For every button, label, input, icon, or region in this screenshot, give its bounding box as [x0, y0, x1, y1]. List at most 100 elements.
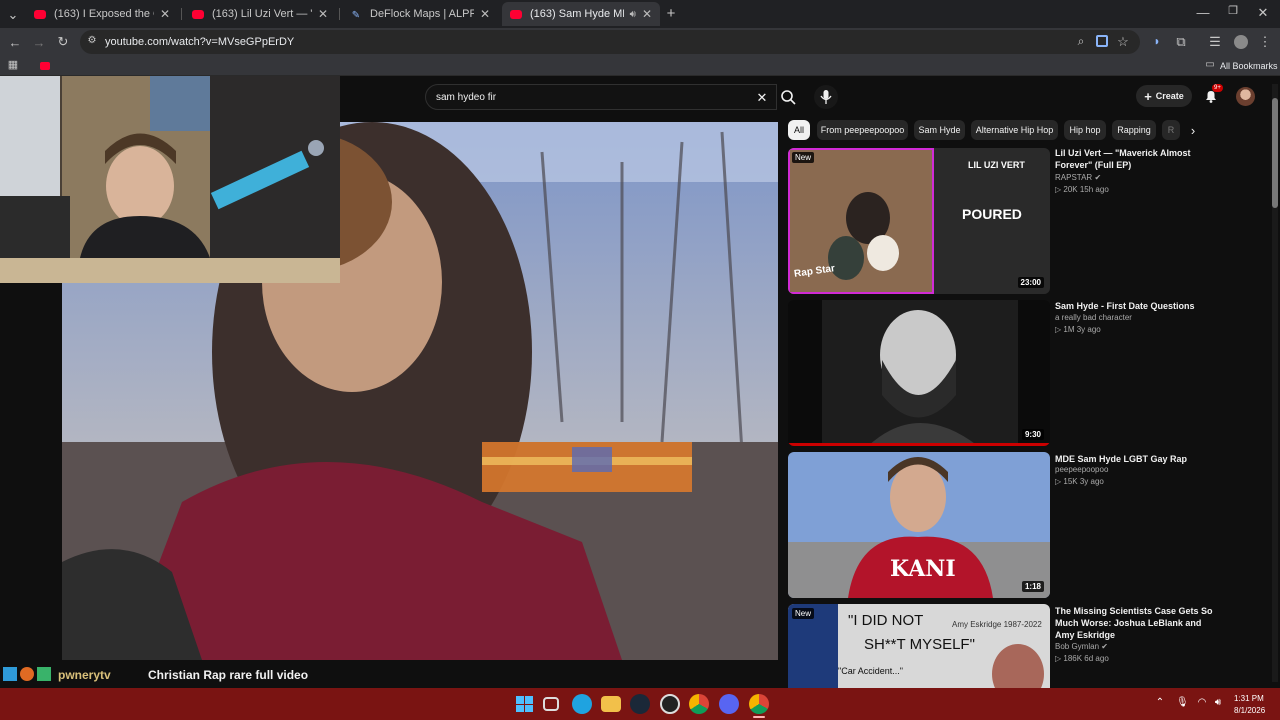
rec-meta-3: ▷ 15K 3y ago	[1055, 477, 1104, 486]
thumb-text: "I DID NOT	[848, 612, 924, 629]
rec-title-3[interactable]: MDE Sam Hyde LGBT Gay Rap	[1055, 453, 1215, 465]
chevron-right-icon[interactable]: ›	[1186, 124, 1200, 137]
forward-icon[interactable]: →	[32, 36, 46, 49]
rec-channel-3[interactable]: peepeepoopoo	[1055, 465, 1108, 474]
tab-3[interactable]: ✎ DeFlock Maps | ALPR Camera M ✕	[342, 2, 498, 26]
webcam-overlay	[0, 76, 340, 283]
tab-4-active[interactable]: (163) Sam Hyde MDE Christ 🔊︎ ✕	[502, 2, 660, 26]
rec-thumbnail-4[interactable]: New "I DID NOT SH**T MYSELF" Amy Eskridg…	[788, 604, 1050, 688]
puzzle-extensions-icon[interactable]: ⧉	[1174, 35, 1188, 48]
restore-icon[interactable]: ❐	[1226, 6, 1240, 17]
rec-thumbnail-3[interactable]: KANI 1:18	[788, 452, 1050, 598]
profile-icon[interactable]	[1234, 35, 1248, 49]
apps-grid-icon[interactable]: ▦	[7, 60, 19, 71]
install-app-icon[interactable]	[1096, 35, 1108, 47]
tab-title: (163) I Exposed the Company S	[54, 8, 154, 20]
task-view-icon[interactable]	[543, 697, 559, 711]
wifi-icon[interactable]: ◠	[1196, 698, 1208, 708]
chrome-icon[interactable]	[689, 694, 709, 714]
scrollbar-thumb[interactable]	[1272, 98, 1278, 208]
all-bookmarks-label[interactable]: All Bookmarks	[1220, 61, 1278, 71]
clock-date[interactable]: 8/1/2026	[1234, 706, 1265, 715]
back-icon[interactable]: ←	[8, 36, 22, 49]
thumb-text: Amy Eskridge 1987-2022	[952, 620, 1042, 629]
stream-caption-bar: pwnerytv Christian Rap rare full video	[0, 661, 780, 688]
clock-time[interactable]: 1:31 PM	[1234, 694, 1264, 703]
volume-icon[interactable]: 🔊︎	[1212, 698, 1224, 708]
windows-start-icon[interactable]	[514, 694, 534, 714]
new-tab-icon[interactable]: +	[664, 6, 678, 21]
reading-list-icon[interactable]: ☰	[1208, 35, 1222, 48]
channel-name[interactable]: RAPSTAR	[1055, 173, 1092, 182]
close-icon[interactable]: ✕	[480, 7, 490, 21]
window-close-icon[interactable]: ✕	[1256, 6, 1270, 19]
chip-from-channel[interactable]: From peepeepoopoo	[817, 120, 908, 140]
duration-badge: 23:00	[1017, 277, 1044, 288]
rec-title-1[interactable]: Lil Uzi Vert — "Maverick Almost Forever"…	[1055, 147, 1215, 171]
clear-search-icon[interactable]: ✕	[756, 91, 768, 104]
url-text[interactable]: youtube.com/watch?v=MVseGPpErDY	[105, 36, 294, 48]
chip-all[interactable]: All	[788, 120, 810, 140]
voice-search-button[interactable]	[814, 85, 838, 109]
rec-channel-4[interactable]: Bob Gymlan ✔	[1055, 642, 1108, 651]
speaker-icon[interactable]: 🔊︎	[630, 9, 636, 20]
rec-meta-2: ▷ 1M 3y ago	[1055, 325, 1101, 334]
minimize-icon[interactable]: —	[1196, 6, 1210, 19]
rec-channel-1[interactable]: RAPSTAR ✔	[1055, 173, 1101, 182]
overlay-icons	[3, 667, 51, 681]
channel-name[interactable]: Bob Gymlan	[1055, 642, 1099, 651]
caption-prefix: pwnerytv	[58, 668, 111, 682]
rec-thumbnail-2[interactable]: 9:30	[788, 300, 1050, 446]
extension-icon[interactable]: ◗	[1150, 35, 1164, 47]
notifications-button[interactable]: 9+	[1203, 84, 1223, 104]
tab-2[interactable]: (163) Lil Uzi Vert — "Maverick A ✕	[184, 2, 336, 26]
omnibox[interactable]: ⚙ youtube.com/watch?v=MVseGPpErDY ⌕ ☆	[80, 30, 1140, 54]
chip-hip-hop[interactable]: Hip hop	[1064, 120, 1106, 140]
tab-title: (163) Lil Uzi Vert — "Maverick A	[212, 8, 312, 20]
thumbnail-image	[788, 300, 1050, 446]
bookmark-star-icon[interactable]: ☆	[1116, 35, 1130, 48]
page-scrollbar[interactable]	[1272, 84, 1278, 682]
app-icon	[37, 667, 51, 681]
rec-title-4[interactable]: The Missing Scientists Case Gets So Much…	[1055, 605, 1215, 641]
search-button[interactable]	[776, 84, 800, 110]
discord-icon[interactable]	[719, 694, 739, 714]
chip-alternative-hip-hop[interactable]: Alternative Hip Hop	[971, 120, 1058, 140]
reload-icon[interactable]: ↻	[56, 35, 70, 48]
tab-search-icon[interactable]: ⌄	[6, 8, 20, 21]
close-icon[interactable]: ✕	[642, 7, 652, 21]
create-button[interactable]: + Create	[1136, 85, 1192, 107]
search-box[interactable]: ✕	[425, 84, 777, 110]
meta-text: 1M 3y ago	[1063, 325, 1101, 334]
rec-channel-2[interactable]: a really bad character	[1055, 313, 1132, 322]
webcam-frame	[0, 76, 340, 283]
github-icon[interactable]	[660, 694, 680, 714]
zoom-icon[interactable]: ⌕	[1074, 35, 1088, 47]
chrome-active-icon[interactable]	[749, 694, 769, 714]
rec-title-2[interactable]: Sam Hyde - First Date Questions	[1055, 300, 1215, 312]
close-icon[interactable]: ✕	[318, 7, 328, 21]
avatar[interactable]	[1236, 87, 1255, 106]
rec-thumbnail-1[interactable]: New LIL UZI VERT POURED Rap Star 23:00	[788, 148, 1050, 294]
youtube-bookmark-icon[interactable]	[40, 62, 50, 70]
tray-chevron-icon[interactable]: ⌃	[1154, 698, 1166, 708]
youtube-favicon-icon	[192, 9, 204, 19]
site-info-icon[interactable]: ⚙	[86, 36, 98, 46]
app-icon	[3, 667, 17, 681]
chip-rapping[interactable]: Rapping	[1112, 120, 1156, 140]
play-icon: ▷	[1055, 654, 1062, 663]
steam-icon[interactable]	[630, 694, 650, 714]
thumb-text: LIL UZI VERT	[968, 160, 1025, 170]
verified-icon: ✔	[1094, 173, 1102, 182]
chip-partial[interactable]: R	[1162, 120, 1180, 140]
close-icon[interactable]: ✕	[160, 7, 170, 21]
menu-icon[interactable]: ⋮	[1258, 35, 1272, 48]
edge-icon[interactable]	[572, 694, 592, 714]
meta-text: 186K 6d ago	[1063, 654, 1109, 663]
search-input[interactable]	[436, 90, 736, 104]
microphone-tray-icon[interactable]: 🎙︎	[1176, 698, 1189, 708]
tab-1[interactable]: (163) I Exposed the Company S ✕	[26, 2, 178, 26]
duration-badge: 9:30	[1021, 429, 1044, 440]
chip-sam-hyde[interactable]: Sam Hyde	[914, 120, 965, 140]
file-explorer-icon[interactable]	[601, 696, 621, 712]
